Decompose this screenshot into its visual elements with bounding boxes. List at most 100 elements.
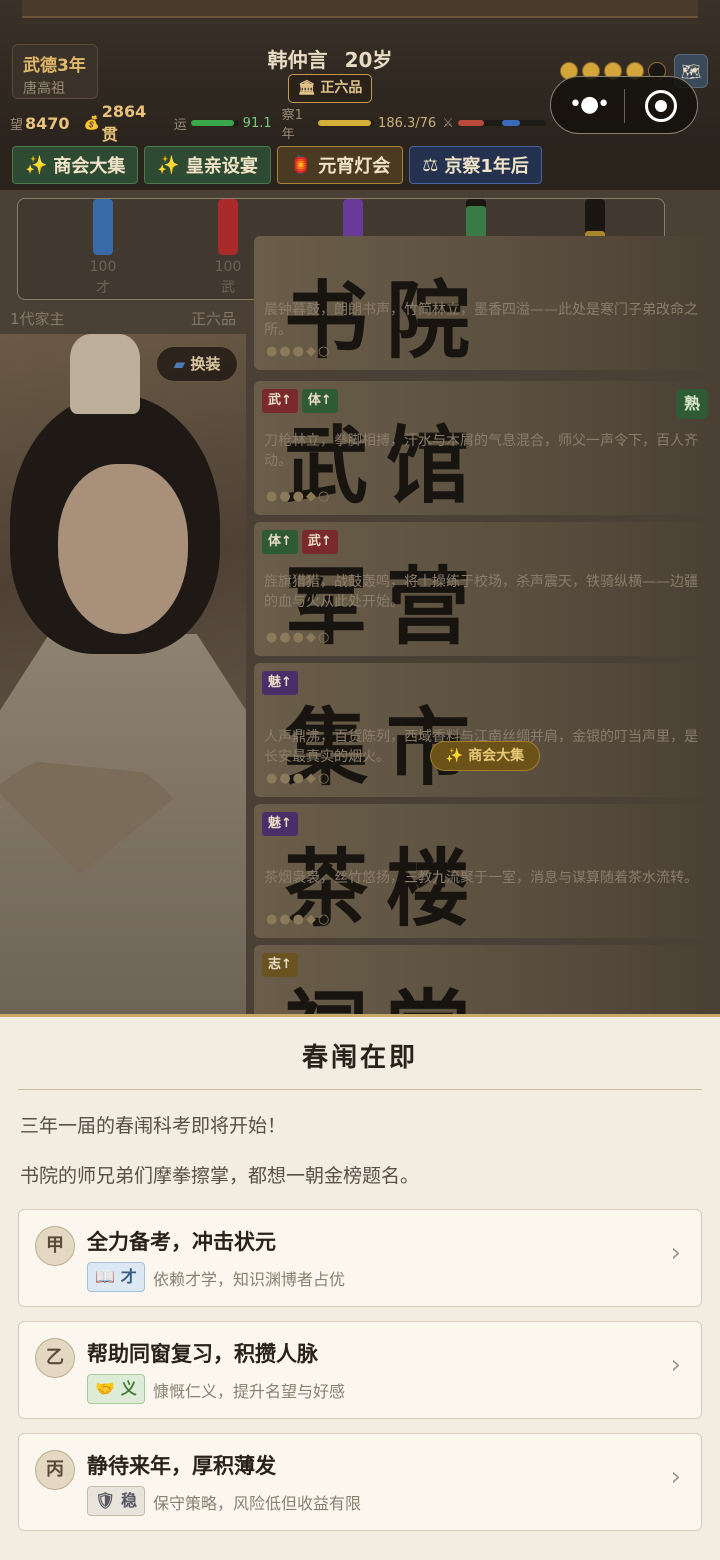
handshake-icon: 🤝: [95, 1379, 116, 1398]
location-rating: ●●●◆○: [266, 489, 332, 504]
review-value: 186.3/76: [378, 115, 437, 131]
review-label: 察1年: [281, 108, 303, 142]
main-scene: 100 才 100 武 100 魅 87 体 43 志 1代家主 正六品: [0, 190, 720, 1016]
more-icon[interactable]: •●•: [569, 94, 610, 116]
prestige-label: 望: [10, 117, 24, 133]
family-generation: 1代家主: [10, 310, 65, 328]
swap-outfit-button[interactable]: ▰ 换装: [156, 346, 238, 382]
market-event-badge[interactable]: ✨ 商会大集: [430, 741, 540, 771]
option-yi[interactable]: 乙 帮助同窗复习，积攒人脉 🤝 义 慷慨仁义，提升名望与好感 ›: [18, 1321, 702, 1419]
dialog-divider: [18, 1089, 702, 1090]
money-bag-icon: 💰: [83, 115, 100, 131]
tab-label: 京察1年后: [444, 156, 529, 177]
family-info: 1代家主 正六品: [0, 304, 246, 332]
luck-value: 91.1: [242, 115, 272, 131]
option-seal: 甲: [35, 1226, 75, 1266]
option-tag-label: 稳: [120, 1491, 137, 1510]
mini-program-capsule: •●•: [550, 76, 698, 134]
option-desc: 慷慨仁义，提升名望与好感: [153, 1382, 346, 1401]
capsule-divider: [624, 89, 625, 123]
book-icon: 📖: [95, 1267, 116, 1286]
option-title: 帮助同窗复习，积攒人脉: [87, 1342, 318, 1366]
luck-bar: [190, 120, 239, 126]
emperor-name: 唐高祖: [23, 81, 65, 97]
player-title: 韩仲言 20岁: [230, 44, 430, 73]
location-rating: ●●●◆○: [266, 912, 332, 927]
location-card-barracks[interactable]: 体↑ 武↑ 军营 旌旗猎猎，战鼓轰鸣，将士操练于校场，杀声震天，铁骑纵横——边疆…: [254, 522, 714, 656]
event-dialog: 春闱在即 三年一届的春闱科考即将开始！ 书院的师兄弟们摩拳擦掌，都想一朝金榜题名…: [0, 1014, 720, 1560]
swap-label: 换装: [190, 355, 221, 373]
option-jia[interactable]: 甲 全力备考，冲击状元 📖 才 依赖才学，知识渊博者占优 ›: [18, 1209, 702, 1307]
attribute-label: 才: [96, 280, 110, 296]
option-title: 静待来年，厚积薄发: [87, 1454, 276, 1478]
proficiency-badge: 熟: [676, 389, 708, 419]
character-portrait[interactable]: ▰ 换装: [0, 334, 246, 1016]
era-card[interactable]: 武德3年 唐高祖: [12, 44, 98, 99]
option-tag: 🛡 稳: [87, 1486, 145, 1516]
location-card-martial-hall[interactable]: 武↑ 体↑ 熟 武馆 刀枪林立，拳脚相搏，汗水与木屑的气息混合，师父一声令下，百…: [254, 381, 714, 515]
sparkle-icon: ✨: [25, 154, 48, 176]
event-label: 商会大集: [468, 748, 525, 764]
location-desc: 刀枪林立，拳脚相搏，汗水与木屑的气息混合，师父一声令下，百人齐动。: [264, 433, 698, 469]
tab-royal-banquet[interactable]: ✨ 皇亲设宴: [144, 146, 271, 184]
portrait-face: [58, 464, 188, 634]
money-value: 2864贯: [101, 101, 147, 144]
hall-icon: 🏛: [297, 80, 316, 96]
crossed-swords-icon: ⚔: [442, 115, 454, 131]
location-list: 书院 晨钟暮鼓，朗朗书声，竹简林立，墨香四溢——此处是寒门子弟改命之所。 ●●●…: [254, 236, 714, 1016]
option-bing[interactable]: 丙 静待来年，厚积薄发 🛡 稳 保守策略，风险低但收益有限 ›: [18, 1433, 702, 1531]
location-desc: 茶烟袅袅，丝竹悠扬，三教九流聚于一室，消息与谋算随着茶水流转。: [264, 870, 698, 886]
dialog-line: 书院的师兄弟们摩拳擦掌，都想一朝金榜题名。: [20, 1165, 420, 1187]
attribute-gauge: [93, 199, 113, 255]
attribute-gauge: [218, 199, 238, 255]
option-tag-label: 义: [120, 1379, 137, 1398]
review-bar-fill: [318, 120, 372, 126]
attribute-fill: [218, 199, 238, 255]
location-rating: ●●●◆○: [266, 771, 332, 786]
sparkle-icon: ✨: [157, 154, 180, 176]
luck-label: 运: [173, 117, 187, 133]
tab-merchant-fair[interactable]: ✨ 商会大集: [12, 146, 139, 184]
location-card-market[interactable]: 魅↑ 集市 人声鼎沸，百货陈列，西域香料与江南丝绸并肩，金银的叮当声里，是长安最…: [254, 663, 714, 797]
attribute-fill: [93, 199, 113, 255]
event-tabs: ✨ 商会大集 ✨ 皇亲设宴 🏮 元宵灯会 ⚖ 京察1年后: [0, 142, 720, 190]
tab-label: 皇亲设宴: [185, 156, 258, 177]
review-bar: [318, 120, 375, 126]
location-card-teahouse[interactable]: 魅↑ 茶楼 茶烟袅袅，丝竹悠扬，三教九流聚于一室，消息与谋算随着茶水流转。 ●●…: [254, 804, 714, 938]
option-seal: 乙: [35, 1338, 75, 1378]
faction-bar-red: [457, 120, 485, 126]
attribute-martial: 100 武: [213, 199, 243, 297]
location-title: 祠堂: [284, 963, 488, 1016]
option-tag: 🤝 义: [87, 1374, 145, 1404]
era-year: 武德3年: [23, 56, 86, 76]
location-card-academy[interactable]: 书院 晨钟暮鼓，朗朗书声，竹简林立，墨香四溢——此处是寒门子弟改命之所。 ●●●…: [254, 236, 714, 370]
tab-capital-review[interactable]: ⚖ 京察1年后: [409, 146, 542, 184]
location-card-ancestral-hall[interactable]: 志↑ 祠堂: [254, 945, 714, 1016]
faction-bar-blue: [501, 120, 520, 126]
luck-bar-fill: [190, 120, 235, 126]
player-name: 韩仲言: [267, 48, 328, 72]
sparkle-icon: ✨: [445, 748, 464, 764]
option-tag: 📖 才: [87, 1262, 145, 1292]
tab-label: 元宵灯会: [318, 156, 391, 177]
status-row: 望 8470 💰 2864贯 运 91.1 察1年 186.3/76 ⚔: [10, 102, 550, 144]
attribute-label: 武: [221, 280, 235, 296]
top-frame-strip: [22, 0, 698, 18]
chevron-right-icon: ›: [670, 1238, 681, 1268]
attribute-talent: 100 才: [88, 199, 118, 297]
portrait-hat: [70, 334, 140, 414]
outfit-icon: ▰: [173, 355, 186, 373]
close-target-icon[interactable]: [645, 90, 677, 122]
lantern-icon: 🏮: [289, 154, 313, 176]
rank-badge[interactable]: 🏛 正六品: [288, 74, 372, 103]
scales-icon: ⚖: [422, 154, 439, 176]
rank-label: 正六品: [320, 80, 363, 96]
option-seal: 丙: [35, 1450, 75, 1490]
tab-lantern-festival[interactable]: 🏮 元宵灯会: [276, 146, 404, 184]
option-tag-label: 才: [120, 1267, 137, 1286]
tab-label: 商会大集: [53, 156, 126, 177]
player-age: 20岁: [344, 48, 393, 72]
shield-icon: 🛡: [95, 1491, 116, 1510]
dialog-title: 春闱在即: [301, 1043, 418, 1073]
chevron-right-icon: ›: [670, 1350, 681, 1380]
